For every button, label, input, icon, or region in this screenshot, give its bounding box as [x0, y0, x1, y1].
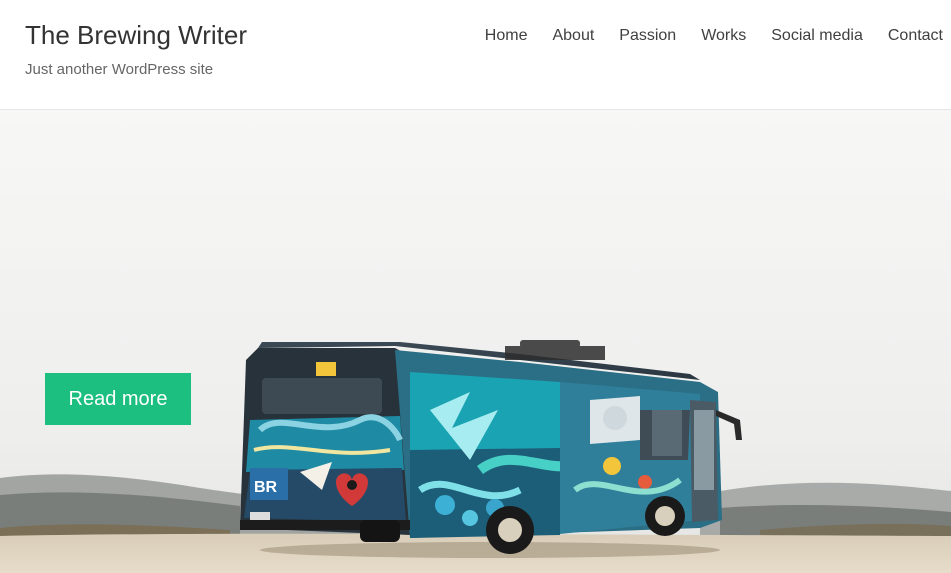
site-tagline: Just another WordPress site	[25, 61, 214, 78]
hero-image: BR	[0, 110, 951, 573]
nav-item-passion[interactable]: Passion	[619, 26, 676, 46]
nav-item-contact[interactable]: Contact	[888, 26, 943, 46]
site-title[interactable]: The Brewing Writer	[25, 18, 247, 52]
painted-bus: BR	[240, 340, 742, 554]
svg-text:BR: BR	[254, 479, 278, 496]
read-more-button[interactable]: Read more	[45, 373, 191, 425]
nav-item-home[interactable]: Home	[485, 26, 528, 46]
nav-item-works[interactable]: Works	[701, 26, 746, 46]
nav-item-about[interactable]: About	[552, 26, 594, 46]
main-navigation: Home About Passion Works Social media Co…	[485, 26, 943, 46]
site-header: The Brewing Writer Just another WordPres…	[0, 0, 951, 110]
hero-banner: BR Read more	[0, 110, 951, 573]
nav-item-social-media[interactable]: Social media	[771, 26, 863, 46]
